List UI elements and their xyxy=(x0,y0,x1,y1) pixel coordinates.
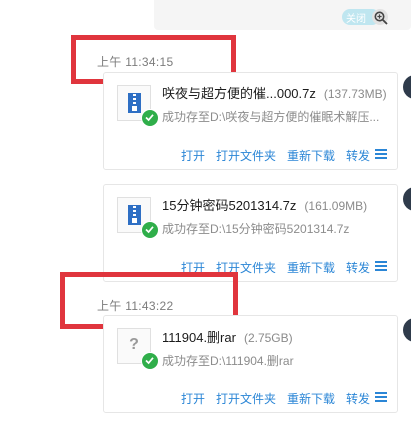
file-size: (137.73MB) xyxy=(323,87,387,101)
open-folder-button[interactable]: 打开文件夹 xyxy=(216,392,276,406)
redownload-button[interactable]: 重新下载 xyxy=(287,392,335,406)
file-card: 咲夜与超方便的催...000.7z (137.73MB) 成功存至D:\咲夜与超方… xyxy=(103,72,398,170)
menu-icon[interactable] xyxy=(375,392,387,402)
redownload-button[interactable]: 重新下载 xyxy=(287,261,335,275)
file-card: ? 111904.删rar (2.75GB) 成功存至D:\111904.删rar… xyxy=(103,315,398,413)
file-name-text: 111904.删rar xyxy=(162,330,236,345)
forward-button[interactable]: 转发 xyxy=(346,149,370,163)
open-button[interactable]: 打开 xyxy=(181,392,205,406)
save-status: 成功存至D:\111904.删rar xyxy=(162,354,294,368)
question-mark-icon: ? xyxy=(129,336,139,353)
avatar[interactable] xyxy=(403,187,411,211)
avatar[interactable] xyxy=(403,318,411,342)
file-actions: 打开 打开文件夹 重新下载 转发 xyxy=(181,390,381,407)
open-button[interactable]: 打开 xyxy=(181,149,205,163)
save-status: 成功存至D:\15分钟密码5201314.7z xyxy=(162,222,350,236)
file-name: 15分钟密码5201314.7z (161.09MB) xyxy=(162,195,367,214)
redownload-button[interactable]: 重新下载 xyxy=(287,149,335,163)
file-size: (161.09MB) xyxy=(304,199,368,213)
open-folder-button[interactable]: 打开文件夹 xyxy=(216,149,276,163)
success-check-icon xyxy=(141,221,159,239)
file-card: 15分钟密码5201314.7z (161.09MB) 成功存至D:\15分钟密码… xyxy=(103,184,398,282)
file-name-text: 咲夜与超方便的催...000.7z xyxy=(162,86,316,101)
file-name-text: 15分钟密码5201314.7z xyxy=(162,198,297,213)
file-actions: 打开 打开文件夹 重新下载 转发 xyxy=(181,147,381,164)
success-check-icon xyxy=(141,352,159,370)
avatar[interactable] xyxy=(403,75,411,99)
menu-icon[interactable] xyxy=(375,149,387,159)
toggle-label: 关闭 xyxy=(346,14,366,25)
success-check-icon xyxy=(141,109,159,127)
menu-icon[interactable] xyxy=(375,261,387,271)
zoom-in-icon[interactable] xyxy=(374,11,388,25)
file-name: 咲夜与超方便的催...000.7z (137.73MB) xyxy=(162,83,387,102)
forward-button[interactable]: 转发 xyxy=(346,261,370,275)
save-status: 成功存至D:\咲夜与超方便的催眠术解压... xyxy=(162,110,380,124)
file-name: 111904.删rar (2.75GB) xyxy=(162,327,293,346)
file-size: (2.75GB) xyxy=(243,331,293,345)
forward-button[interactable]: 转发 xyxy=(346,392,370,406)
